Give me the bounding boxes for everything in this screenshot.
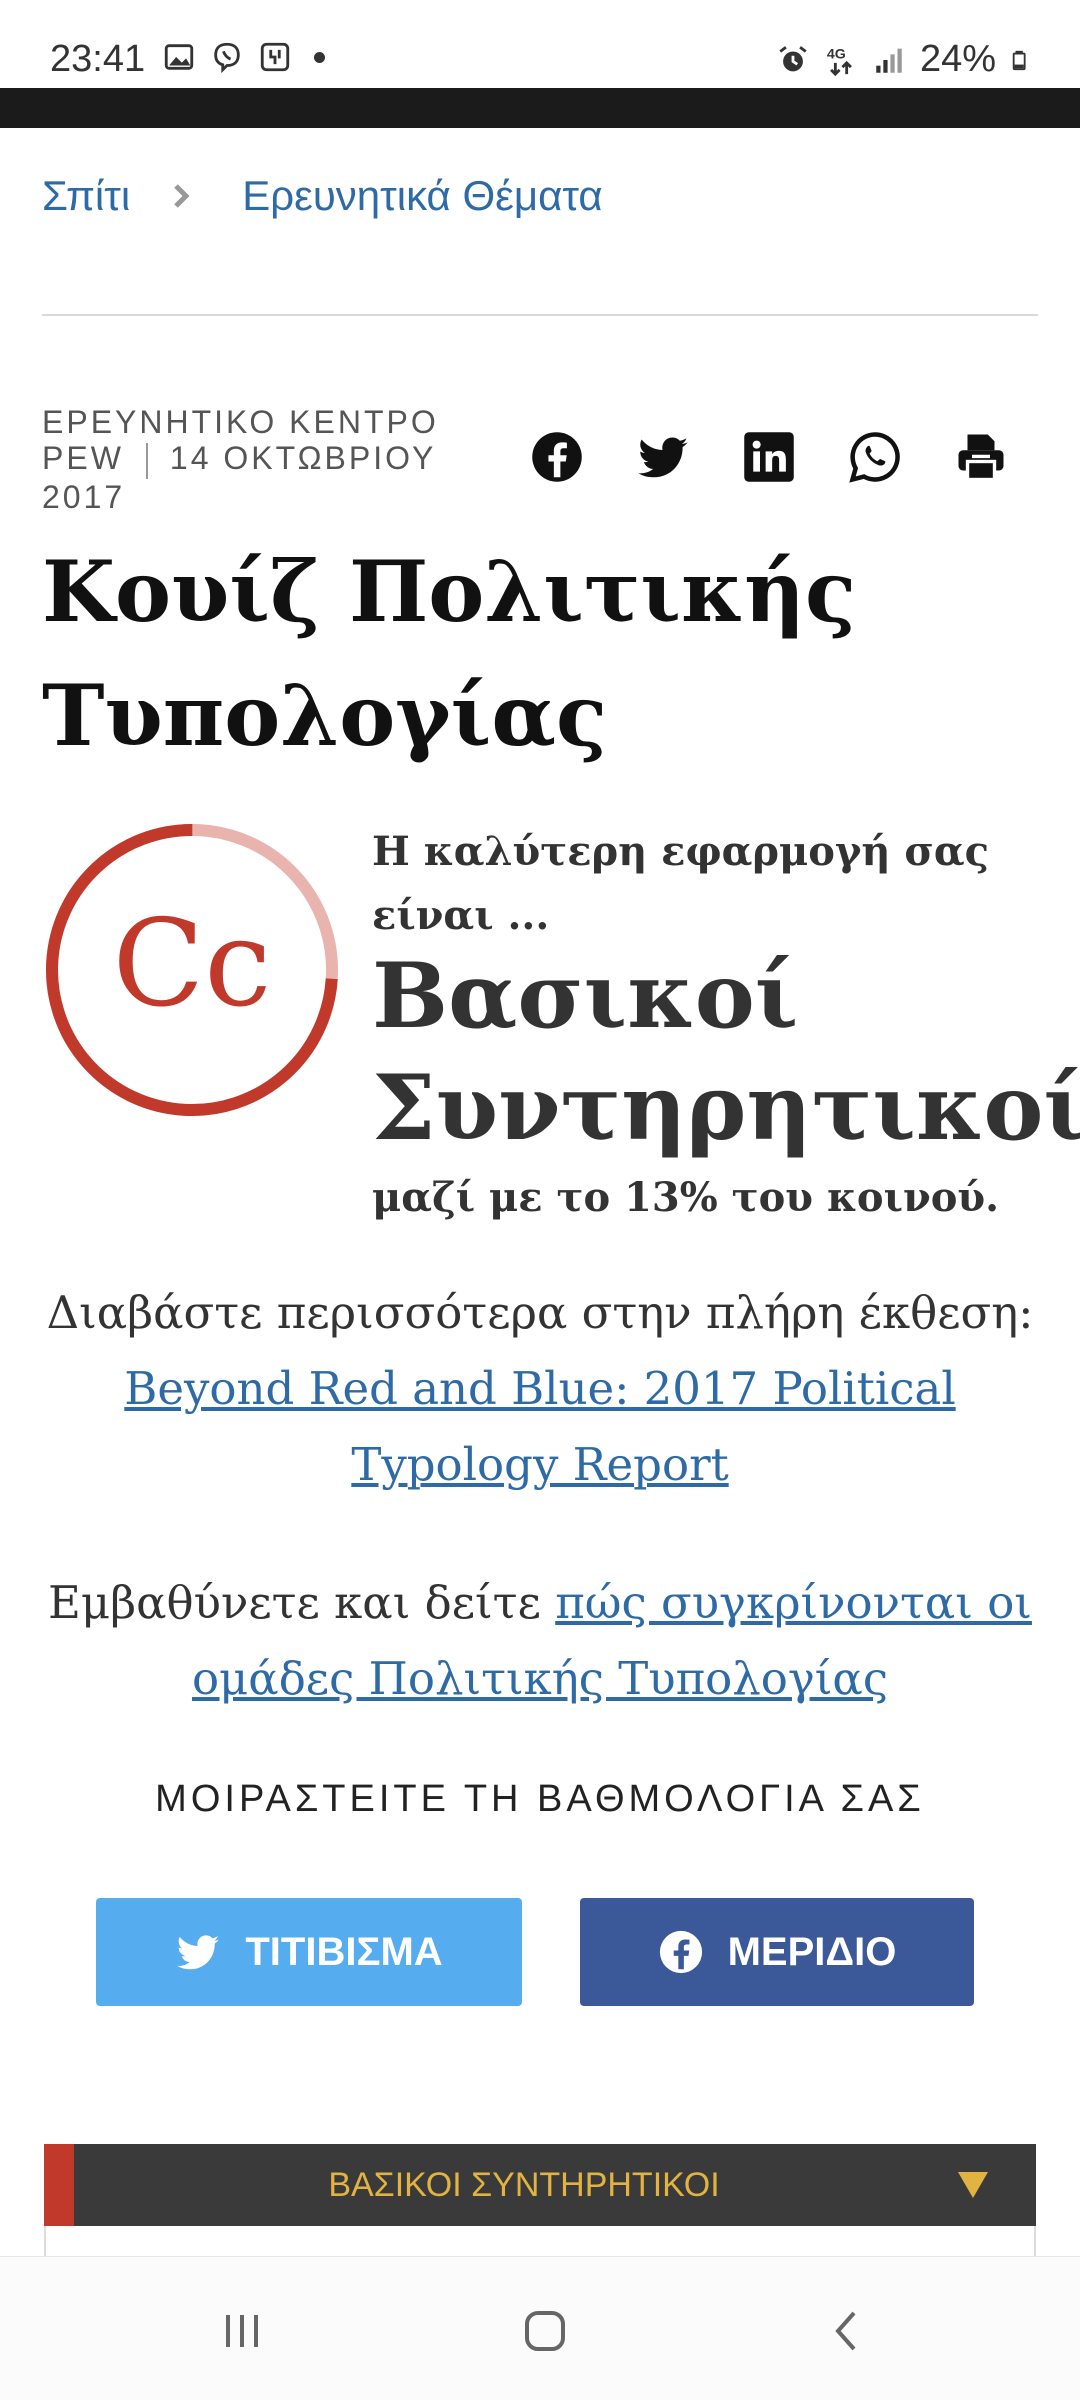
result-group-name: Βασικοί Συντηρητικοί (372, 943, 1080, 1161)
divider (42, 314, 1038, 316)
twitter-icon[interactable] (636, 430, 690, 484)
group-accordion-header[interactable]: ΒΑΣΙΚΟΙ ΣΥΝΤΗΡΗΤΙΚΟΙ (44, 2144, 1036, 2226)
read-report-label: Διαβάστε περισσότερα στην πλήρη έκθεση: (46, 1286, 1034, 1339)
triangle-down-icon (958, 2172, 988, 2198)
twitter-icon (177, 1935, 220, 1970)
recent-apps-icon[interactable] (212, 2301, 272, 2361)
accordion-accent (44, 2144, 74, 2226)
voicemail-icon (260, 42, 290, 72)
accordion-label: ΒΑΣΙΚΟΙ ΣΥΝΤΗΡΗΤΙΚΟΙ (328, 2166, 720, 2204)
result-share: μαζί με το 13% του κοινού. (372, 1174, 1000, 1221)
status-bar: 23:41 4G 24% (0, 0, 1080, 88)
badge-letters: Cc (112, 895, 271, 1034)
accordion-body (44, 2226, 1036, 2256)
breadcrumb-current[interactable]: Ερευνητικά Θέματα (242, 172, 602, 220)
result-intro: Η καλύτερη εφαρμογή σας είναι ... (372, 828, 990, 939)
back-icon[interactable] (818, 2301, 878, 2361)
article-meta: ΕΡΕΥΝΗΤΙΚΟ ΚΕΝΤΡΟ PEW 14 ΟΚΤΩΒΡΙΟΥ 2017 (42, 404, 502, 515)
notification-icons (162, 40, 325, 74)
typology-badge: Cc (46, 824, 338, 1116)
page-title: Κουίζ Πολιτικής Τυπολογίας (42, 542, 857, 765)
print-icon[interactable] (954, 430, 1008, 484)
meta-separator (145, 442, 148, 479)
facebook-share-button[interactable]: ΜΕΡΙΔΙΟ (580, 1898, 974, 2006)
system-navigation-bar (0, 2256, 1080, 2400)
breadcrumb: Σπίτι Ερευνητικά Θέματα (42, 172, 603, 220)
share-score-heading: ΜΟΙΡΑΣΤΕΙΤΕ ΤΗ ΒΑΘΜΟΛΟΓΙΑ ΣΑΣ (155, 1778, 925, 1820)
tweet-button-label: ΤΙΤΙΒΙΣΜΑ (245, 1929, 443, 1974)
home-icon[interactable] (515, 2301, 575, 2361)
status-time: 23:41 (50, 38, 146, 80)
signal-icon (876, 48, 902, 73)
battery-percentage: 24% (919, 38, 996, 80)
compare-groups-text: Εμβαθύνετε και δείτε πώς συγκρίνονται οι… (30, 1565, 1050, 1717)
tweet-button[interactable]: ΤΙΤΙΒΙΣΜΑ (96, 1898, 522, 2006)
svg-text:4G: 4G (827, 46, 846, 62)
facebook-icon[interactable] (530, 430, 584, 484)
whatsapp-icon[interactable] (848, 430, 902, 484)
share-button-label: ΜΕΡΙΔΙΟ (727, 1929, 897, 1974)
linkedin-icon[interactable] (742, 430, 796, 484)
read-report-text: Διαβάστε περισσότερα στην πλήρη έκθεση: … (30, 1275, 1050, 1503)
viber-icon (214, 42, 240, 74)
system-icons: 4G 24% (776, 38, 1032, 81)
alarm-icon (779, 45, 807, 71)
dot-icon (314, 51, 325, 63)
site-header-bar (0, 88, 1080, 128)
gallery-icon (164, 44, 194, 70)
compare-groups-label: Εμβαθύνετε και δείτε (48, 1576, 556, 1629)
facebook-icon (659, 1930, 702, 1974)
network-4g-icon: 4G (827, 46, 852, 76)
battery-icon (1012, 50, 1026, 70)
report-link[interactable]: Beyond Red and Blue: 2017 Political Typo… (124, 1362, 955, 1491)
chevron-right-icon (174, 184, 190, 208)
breadcrumb-home[interactable]: Σπίτι (42, 172, 130, 220)
social-share-bar (530, 430, 1008, 484)
